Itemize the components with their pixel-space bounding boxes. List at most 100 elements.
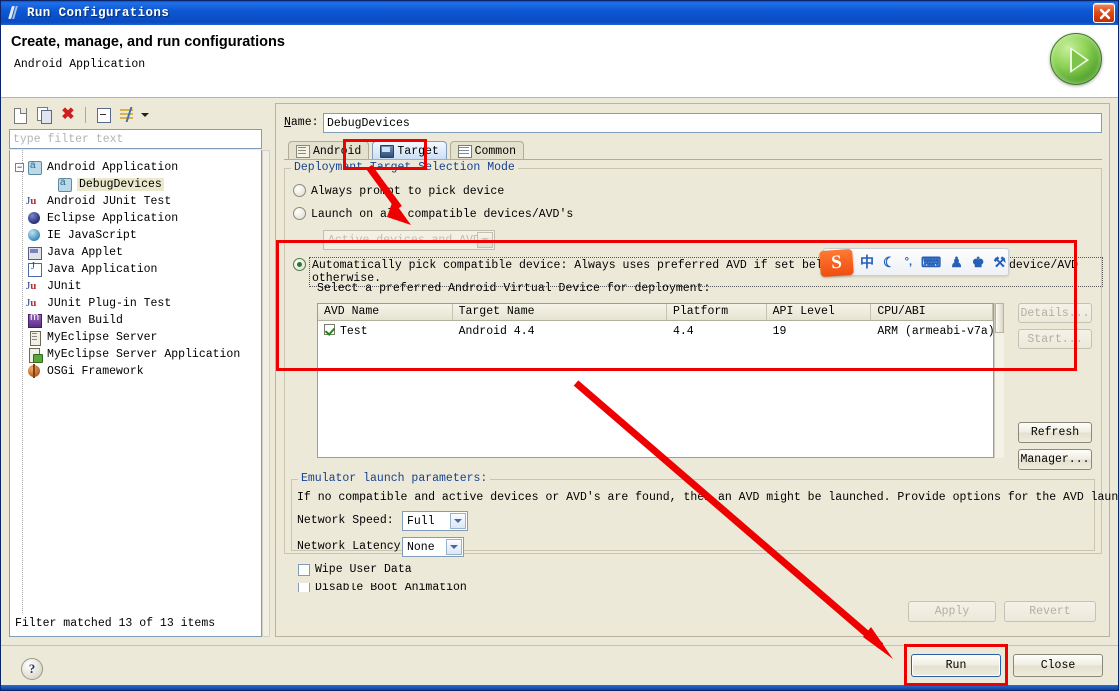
tree-item-android-application[interactable]: − Android Application xyxy=(10,159,261,176)
tab-common[interactable]: Common xyxy=(449,141,525,160)
avd-table-body[interactable]: Test Android 4.4 4.4 19 ARM (armeabi-v7a) xyxy=(318,321,993,341)
tree-item-label: Java Applet xyxy=(47,246,123,259)
android-tab-icon xyxy=(296,145,310,158)
apply-button[interactable]: Apply xyxy=(908,601,996,622)
sogou-ime-toolbar[interactable]: S 中 ☾ °, ⌨ ♟ ♚ ⚒ xyxy=(819,248,1009,278)
moon-icon[interactable]: ☾ xyxy=(883,255,896,269)
column-header[interactable]: API Level xyxy=(766,304,872,320)
tree-item-label: OSGi Framework xyxy=(47,365,144,378)
tree-item-ie-javascript[interactable]: IE JavaScript xyxy=(10,227,261,244)
name-input[interactable] xyxy=(323,113,1102,133)
target-tab-icon xyxy=(380,145,395,158)
start-button[interactable]: Start... xyxy=(1018,329,1092,349)
radio-always-prompt-label: Always prompt to pick device xyxy=(311,185,505,198)
tree-item-myeclipse-server-application[interactable]: MyEclipse Server Application xyxy=(10,346,261,363)
avd-table-scrollbar[interactable] xyxy=(994,303,1004,458)
disable-boot-animation-checkbox[interactable] xyxy=(298,583,310,592)
manager-button[interactable]: Manager... xyxy=(1018,449,1092,470)
column-header[interactable]: Platform xyxy=(666,304,767,320)
title-bar: Run Configurations xyxy=(1,1,1118,25)
disable-boot-animation-row[interactable]: Disable Boot Animation xyxy=(298,583,467,592)
collapse-all-icon[interactable] xyxy=(92,105,114,125)
skin-icon[interactable]: ♚ xyxy=(972,255,985,269)
tree-item-myeclipse-server[interactable]: MyEclipse Server xyxy=(10,329,261,346)
dialog-body: ✖ − Android Application DebugDevices Ju Andr… xyxy=(1,98,1119,641)
active-devices-combo-value: Active devices and AVD's xyxy=(328,233,494,247)
active-devices-combo[interactable]: Active devices and AVD's xyxy=(323,230,495,250)
close-button[interactable]: Close xyxy=(1013,654,1103,677)
tree-item-junit[interactable]: Ju JUnit xyxy=(10,278,261,295)
radio-always-prompt[interactable] xyxy=(293,184,306,197)
filter-icon[interactable] xyxy=(116,105,138,125)
table-cell: Test xyxy=(318,324,453,338)
radio-auto-pick[interactable] xyxy=(293,258,306,271)
emulator-params-group: Emulator launch parameters: If no compat… xyxy=(291,472,1119,592)
column-header[interactable]: CPU/ABI xyxy=(871,304,993,320)
wipe-user-data-checkbox[interactable] xyxy=(298,563,310,576)
maven-icon xyxy=(26,311,42,328)
help-button[interactable]: ? xyxy=(21,658,43,680)
revert-button[interactable]: Revert xyxy=(1004,601,1096,622)
tree-expander-icon[interactable]: − xyxy=(15,163,24,172)
tree-item-debugdevices[interactable]: DebugDevices xyxy=(10,176,261,193)
chevron-down-icon xyxy=(446,539,462,555)
close-window-button[interactable] xyxy=(1093,3,1115,23)
name-label: Name: xyxy=(284,116,319,129)
run-button[interactable]: Run xyxy=(911,654,1001,677)
column-header[interactable]: AVD Name xyxy=(318,304,453,320)
chevron-down-icon xyxy=(477,232,493,248)
cell-platform: 4.4 xyxy=(672,324,694,338)
tree-item-java-applet[interactable]: Java Applet xyxy=(10,244,261,261)
tree-item-android-junit-test[interactable]: Ju Android JUnit Test xyxy=(10,193,261,210)
ie-icon xyxy=(26,228,42,243)
emulator-hint: If no compatible and active devices or A… xyxy=(297,491,1119,504)
new-configuration-icon[interactable] xyxy=(9,105,31,125)
run-button-label: Run xyxy=(945,659,967,672)
avd-table[interactable]: AVD Name Target Name Platform API Level CPU/… xyxy=(317,303,994,458)
server-icon xyxy=(26,330,42,346)
configurations-tree[interactable]: − Android Application DebugDevices Ju Androi… xyxy=(9,150,262,637)
duplicate-configuration-icon[interactable] xyxy=(33,105,55,125)
delete-configuration-icon[interactable]: ✖ xyxy=(57,105,79,125)
tab-label: Common xyxy=(474,144,517,158)
disable-boot-animation-label: Disable Boot Animation xyxy=(315,583,467,592)
tree-item-maven-build[interactable]: Maven Build xyxy=(10,311,261,329)
punctuation-icon[interactable]: °, xyxy=(905,256,912,268)
tab-target[interactable]: Target xyxy=(372,141,447,160)
tree-item-osgi-framework[interactable]: OSGi Framework xyxy=(10,363,261,380)
radio-launch-all[interactable] xyxy=(293,207,306,220)
refresh-button[interactable]: Refresh xyxy=(1018,422,1092,443)
osgi-icon xyxy=(26,364,42,379)
wipe-user-data-row[interactable]: Wipe User Data xyxy=(298,563,412,576)
details-button[interactable]: Details... xyxy=(1018,303,1092,323)
network-speed-select[interactable]: Full xyxy=(402,511,468,531)
network-latency-value: None xyxy=(407,540,435,554)
scrollbar-thumb[interactable] xyxy=(995,303,1004,333)
network-latency-select[interactable]: None xyxy=(402,537,464,557)
deployment-target-group: Deployment Target Selection Mode Always … xyxy=(284,161,1119,592)
tree-item-label: MyEclipse Server Application xyxy=(47,348,241,361)
sogou-logo-icon[interactable]: S xyxy=(819,248,854,278)
filter-input[interactable] xyxy=(9,129,262,149)
emulator-group-title: Emulator launch parameters: xyxy=(298,472,491,485)
table-row[interactable]: Test Android 4.4 4.4 19 ARM (armeabi-v7a) xyxy=(318,321,993,341)
configurations-panel: ✖ − Android Application DebugDevices Ju Andr… xyxy=(9,103,270,637)
tree-scrollbar[interactable] xyxy=(262,150,270,637)
tree-item-java-application[interactable]: Java Application xyxy=(10,261,261,278)
network-speed-label: Network Speed: xyxy=(297,514,394,527)
tab-label: Android xyxy=(313,144,362,158)
toolbox-icon[interactable]: ⚒ xyxy=(993,255,1006,269)
window-title: Run Configurations xyxy=(27,6,170,20)
chinese-mode-icon[interactable]: 中 xyxy=(860,255,874,269)
tab-label: Target xyxy=(397,144,439,158)
tree-item-eclipse-application[interactable]: Eclipse Application xyxy=(10,210,261,227)
column-header[interactable]: Target Name xyxy=(452,304,667,320)
chevron-down-icon[interactable] xyxy=(140,105,150,125)
tab-android[interactable]: Android xyxy=(288,141,370,160)
user-icon[interactable]: ♟ xyxy=(950,255,963,269)
wipe-user-data-label: Wipe User Data xyxy=(315,563,412,576)
tree-item-junit-plug-in-test[interactable]: Ju JUnit Plug-in Test xyxy=(10,295,261,312)
keyboard-icon[interactable]: ⌨ xyxy=(921,255,941,269)
page-subtitle: Android Application xyxy=(14,58,146,71)
avd-row-checkbox[interactable] xyxy=(324,324,335,335)
